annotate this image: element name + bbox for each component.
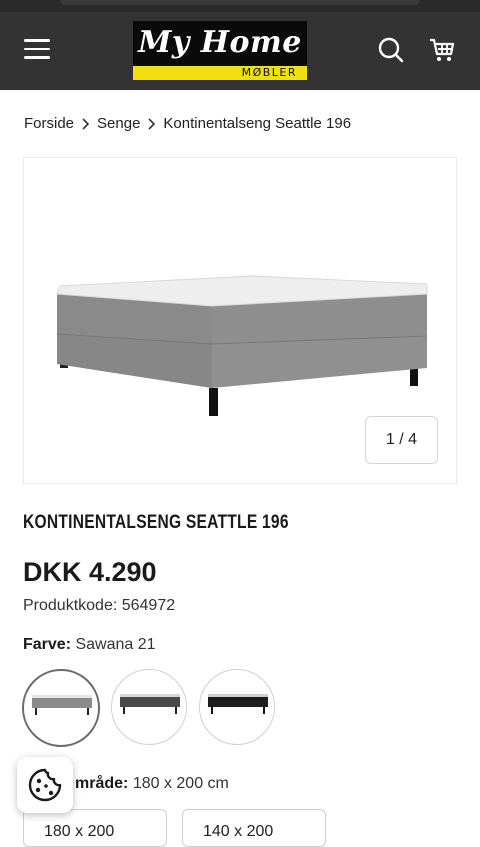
size-label-key: mråde: (75, 775, 129, 792)
size-option-label: 140 x 200 (203, 823, 274, 840)
size-option-label: 180 x 200 (44, 823, 115, 840)
size-option-2[interactable]: 140 x 200 (182, 809, 326, 847)
product-image (56, 275, 428, 416)
site-logo[interactable]: My Home MØBLER (133, 21, 307, 80)
image-counter[interactable]: 1 / 4 (365, 416, 438, 464)
size-option-1[interactable]: 180 x 200 (23, 809, 167, 847)
color-swatch-1[interactable] (22, 669, 100, 747)
color-swatch-2[interactable] (111, 669, 187, 745)
breadcrumb-current: Kontinentalseng Seattle 196 (163, 115, 352, 132)
cart-icon[interactable] (428, 36, 456, 64)
color-label: Farve: Sawana 21 (23, 636, 156, 654)
color-swatch-3[interactable] (199, 669, 275, 745)
color-value: Sawana 21 (75, 636, 156, 653)
logo-sub: MØBLER (241, 66, 297, 79)
logo-script: My Home (138, 25, 302, 60)
chevron-right-icon (81, 117, 90, 131)
product-title: KONTINENTALSENG SEATTLE 196 (23, 512, 289, 533)
cookie-settings-button[interactable] (17, 757, 73, 813)
product-gallery[interactable]: 1 / 4 (23, 157, 457, 484)
color-label-key: Farve: (23, 636, 72, 653)
size-value: 180 x 200 cm (132, 775, 229, 792)
product-code: Produktkode: 564972 (23, 597, 176, 614)
breadcrumb: Forside Senge Kontinentalseng Seattle 19… (24, 115, 351, 132)
site-header: My Home MØBLER (0, 12, 480, 90)
status-strip (0, 0, 480, 12)
cookie-icon (28, 768, 62, 802)
search-icon[interactable] (377, 36, 405, 64)
breadcrumb-home[interactable]: Forside (24, 115, 74, 132)
chevron-right-icon (147, 117, 156, 131)
menu-icon[interactable] (24, 39, 50, 59)
product-price: DKK 4.290 (23, 557, 157, 587)
breadcrumb-category[interactable]: Senge (97, 115, 140, 132)
